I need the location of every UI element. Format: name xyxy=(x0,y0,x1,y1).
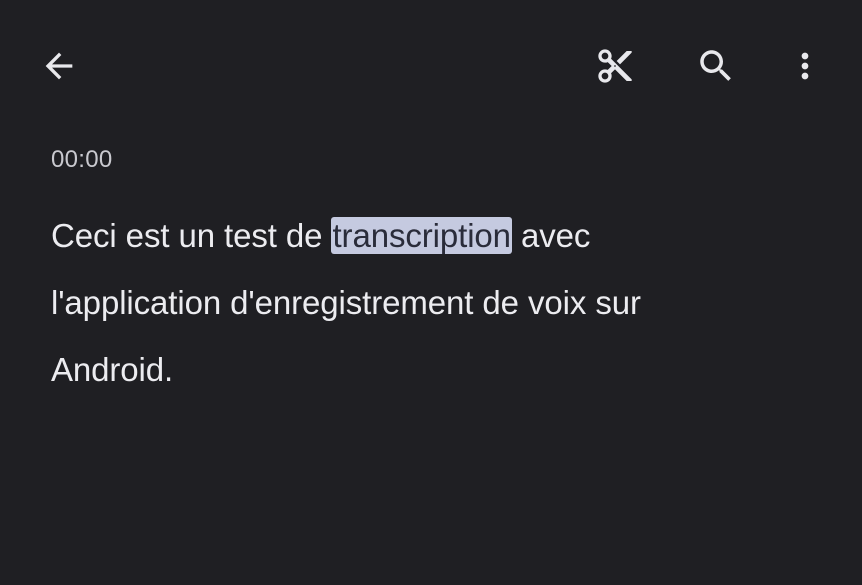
top-app-bar xyxy=(0,0,862,132)
search-icon xyxy=(700,50,731,81)
transcript-text-before-highlight[interactable]: Ceci est un test de xyxy=(51,217,331,254)
more-options-button[interactable] xyxy=(777,38,833,94)
transcript-text-after-highlight[interactable]: avec xyxy=(512,217,590,254)
transcript-section: 00:00 Ceci est un test de transcription … xyxy=(51,146,831,403)
transcript-line-1: Ceci est un test de transcription avec xyxy=(51,202,831,269)
arrow-back-icon xyxy=(45,52,73,80)
highlighted-word[interactable]: transcription xyxy=(331,217,512,254)
more-vert-icon xyxy=(801,52,809,80)
transcript-text[interactable]: Ceci est un test de transcription avec l… xyxy=(51,202,831,403)
transcript-line-3[interactable]: Android. xyxy=(51,336,831,403)
segment-timestamp[interactable]: 00:00 xyxy=(51,146,831,174)
back-button[interactable] xyxy=(31,38,87,94)
transcript-line-2[interactable]: l'application d'enregistrement de voix s… xyxy=(51,269,831,336)
trim-button[interactable] xyxy=(587,38,643,94)
search-button[interactable] xyxy=(688,38,744,94)
scissors-icon xyxy=(598,49,632,83)
